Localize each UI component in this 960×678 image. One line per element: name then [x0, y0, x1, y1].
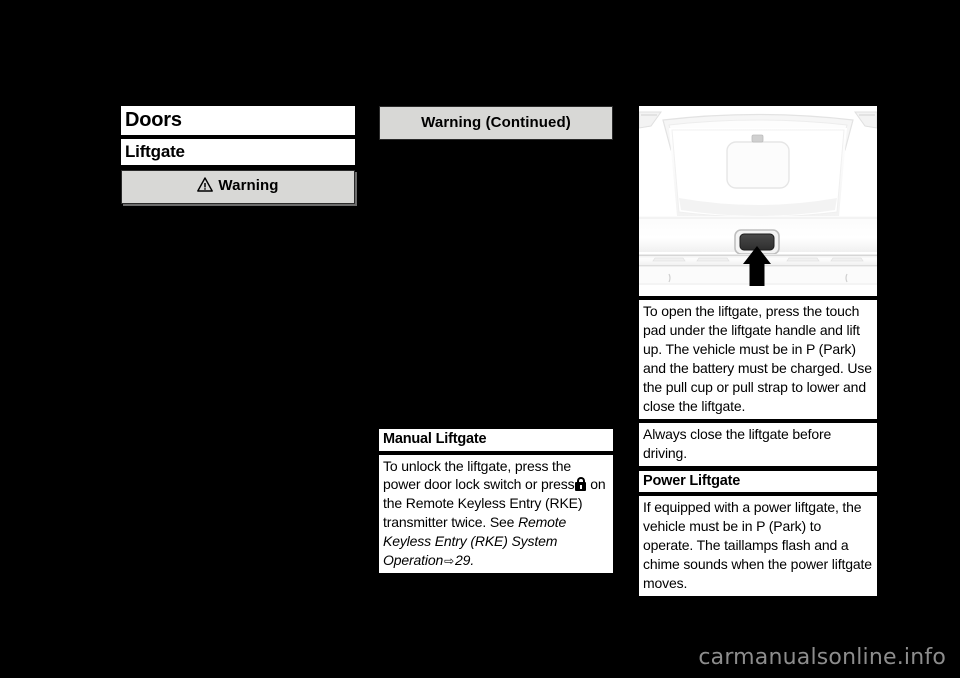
section-heading-power-liftgate: Power Liftgate	[639, 470, 877, 493]
manual-liftgate-body: To unlock the liftgate, press the power …	[379, 454, 613, 574]
left-column: Doors Liftgate Warning	[121, 106, 355, 204]
cross-reference-page: 29.	[455, 552, 475, 569]
close-liftgate-note: Always close the liftgate before driving…	[639, 422, 877, 466]
unlock-padlock-icon	[575, 477, 587, 492]
open-liftgate-instructions: To open the liftgate, press the touch pa…	[639, 300, 877, 419]
power-liftgate-body: If equipped with a power liftgate, the v…	[639, 496, 877, 597]
right-column: To open the liftgate, press the touch pa…	[639, 106, 877, 597]
middle-column: Warning (Continued) Manual Liftgate To u…	[379, 106, 613, 574]
section-heading-manual-liftgate: Manual Liftgate	[379, 429, 613, 451]
warning-triangle-icon	[197, 177, 214, 196]
page-title-doors: Doors	[121, 106, 355, 135]
manual-page: Doors Liftgate Warning Warning (Continue…	[0, 0, 960, 678]
warning-banner: Warning	[121, 170, 355, 204]
warning-banner-label: Warning	[218, 177, 279, 194]
liftgate-illustration-svg	[639, 106, 877, 296]
section-heading-liftgate: Liftgate	[121, 139, 355, 165]
warning-continued-banner: Warning (Continued)	[379, 106, 613, 140]
manual-liftgate-text-part1: To unlock the liftgate, press the power …	[383, 457, 575, 493]
cross-reference-arrow-icon: ⇨	[444, 554, 455, 569]
site-watermark: carmanualsonline.info	[698, 645, 946, 670]
liftgate-touch-pad-illustration	[639, 106, 877, 296]
